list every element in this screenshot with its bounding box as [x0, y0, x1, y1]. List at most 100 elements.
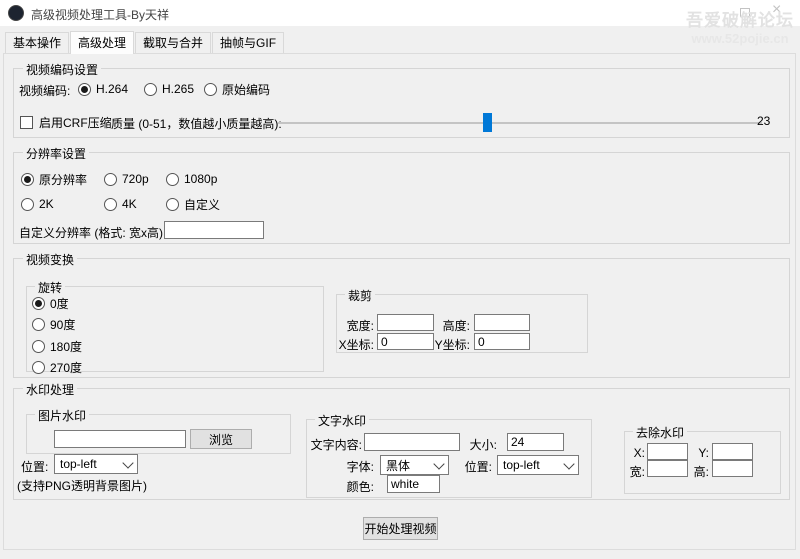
- image-position-label: 位置:: [21, 460, 49, 474]
- chevron-down-icon: [122, 456, 134, 469]
- text-watermark-group-title: 文字水印: [315, 412, 370, 429]
- forum-watermark-line2: www.52pojie.cn: [691, 31, 789, 46]
- quality-slider-thumb[interactable]: [483, 113, 492, 132]
- crop-y-label: Y坐标:: [434, 338, 470, 352]
- remove-x-input[interactable]: [647, 443, 688, 460]
- text-position-select[interactable]: top-left: [497, 455, 579, 475]
- image-watermark-path-input[interactable]: [54, 430, 186, 448]
- tab-strip: 基本操作 高级处理 截取与合并 抽帧与GIF: [5, 31, 285, 54]
- radio-original-resolution-label: 原分辨率: [39, 172, 88, 187]
- crf-checkbox-label: 启用CRF压缩: [39, 115, 112, 130]
- remove-y-input[interactable]: [712, 443, 753, 460]
- radio-rotate-270[interactable]: 270度: [32, 359, 82, 375]
- radio-icon: [78, 82, 91, 96]
- image-position-select[interactable]: top-left: [54, 454, 138, 474]
- radio-4k[interactable]: 4K: [104, 196, 137, 212]
- tab-frames-gif[interactable]: 抽帧与GIF: [212, 32, 285, 53]
- radio-icon: [21, 172, 34, 186]
- remove-x-label: X:: [633, 446, 645, 460]
- crop-x-label: X坐标:: [338, 338, 374, 352]
- watermark-group: 水印处理 图片水印 浏览 位置: top-left (支持PNG透明背景图片) …: [13, 381, 790, 500]
- remove-watermark-group-title: 去除水印: [633, 424, 688, 441]
- radio-1080p[interactable]: 1080p: [166, 171, 217, 187]
- maximize-icon[interactable]: [740, 8, 750, 17]
- remove-watermark-group: 去除水印 X: Y: 宽: 高:: [624, 424, 781, 494]
- chevron-down-icon: [433, 457, 445, 470]
- text-color-input[interactable]: [387, 475, 440, 493]
- text-font-value: 黑体: [386, 458, 411, 473]
- crop-height-input[interactable]: [474, 314, 530, 331]
- radio-rotate-0[interactable]: 0度: [32, 295, 69, 311]
- text-size-input[interactable]: [507, 433, 564, 451]
- radio-original-codec[interactable]: 原始编码: [204, 81, 270, 97]
- transform-group-title: 视频变换: [23, 251, 78, 268]
- custom-resolution-input[interactable]: [164, 221, 264, 239]
- remove-width-label: 宽:: [629, 465, 645, 479]
- text-content-label: 文字内容:: [310, 438, 362, 452]
- crop-width-input[interactable]: [377, 314, 434, 331]
- text-position-label: 位置:: [464, 460, 492, 474]
- remove-y-label: Y:: [698, 446, 709, 460]
- custom-resolution-label: 自定义分辨率 (格式: 宽x高):: [19, 226, 167, 240]
- radio-rotate-0-label: 0度: [50, 296, 69, 311]
- radio-rotate-180[interactable]: 180度: [32, 338, 82, 354]
- radio-h264[interactable]: H.264: [78, 81, 128, 97]
- rotate-group: 旋转 0度 90度 180度 270度: [26, 279, 324, 375]
- browse-button[interactable]: 浏览: [190, 429, 252, 449]
- remove-height-label: 高:: [693, 465, 709, 479]
- close-icon[interactable]: ×: [772, 1, 781, 19]
- radio-4k-label: 4K: [122, 197, 137, 211]
- radio-icon: [104, 197, 117, 211]
- radio-icon: [204, 82, 217, 96]
- app-window: 高级视频处理工具-By天祥 × 吾爱破解论坛 www.52pojie.cn 基本…: [0, 0, 800, 559]
- radio-rotate-270-label: 270度: [50, 360, 83, 375]
- text-size-label: 大小:: [469, 438, 497, 452]
- text-content-input[interactable]: [364, 433, 460, 451]
- radio-custom-resolution[interactable]: 自定义: [166, 196, 220, 212]
- rotate-group-title: 旋转: [35, 279, 66, 296]
- crf-checkbox[interactable]: 启用CRF压缩: [20, 114, 112, 130]
- quality-label: 质量 (0-51，数值越小质量越高):: [111, 117, 282, 131]
- tab-cut-merge[interactable]: 截取与合并: [135, 32, 212, 53]
- quality-value: 23: [757, 114, 771, 128]
- crop-x-input[interactable]: [377, 333, 434, 350]
- radio-h265[interactable]: H.265: [144, 81, 194, 97]
- start-processing-button[interactable]: 开始处理视频: [363, 517, 438, 540]
- image-watermark-group-title: 图片水印: [35, 407, 90, 424]
- radio-rotate-90-label: 90度: [50, 317, 76, 332]
- radio-rotate-90[interactable]: 90度: [32, 316, 75, 332]
- radio-original-resolution[interactable]: 原分辨率: [21, 171, 87, 187]
- codec-label: 视频编码:: [19, 84, 71, 98]
- radio-2k-label: 2K: [39, 197, 54, 211]
- encoding-group-title: 视频编码设置: [23, 61, 102, 78]
- radio-custom-resolution-label: 自定义: [184, 197, 221, 212]
- chevron-down-icon: [563, 457, 575, 470]
- quality-slider-track[interactable]: [278, 122, 762, 124]
- crop-y-input[interactable]: [474, 333, 530, 350]
- resolution-group-title: 分辨率设置: [23, 145, 90, 162]
- radio-original-codec-label: 原始编码: [222, 82, 271, 97]
- text-color-label: 颜色:: [346, 480, 374, 494]
- checkbox-icon: [20, 115, 33, 129]
- radio-2k[interactable]: 2K: [21, 196, 54, 212]
- tab-basic[interactable]: 基本操作: [5, 32, 70, 53]
- text-font-select[interactable]: 黑体: [380, 455, 449, 475]
- remove-width-input[interactable]: [647, 460, 688, 477]
- radio-720p-label: 720p: [122, 172, 149, 186]
- remove-height-input[interactable]: [712, 460, 753, 477]
- image-position-value: top-left: [60, 457, 97, 471]
- image-watermark-group: 图片水印 浏览: [26, 407, 291, 454]
- radio-icon: [104, 172, 117, 186]
- tab-advanced[interactable]: 高级处理: [70, 31, 135, 54]
- radio-icon: [166, 197, 179, 211]
- radio-720p[interactable]: 720p: [104, 171, 149, 187]
- resolution-group: 分辨率设置 原分辨率 720p 1080p 2K 4K 自定义 自定义分辨率 (…: [13, 145, 790, 244]
- radio-icon: [32, 296, 45, 310]
- crop-group: 裁剪 宽度: 高度: X坐标: Y坐标:: [336, 287, 588, 353]
- transform-group: 视频变换 旋转 0度 90度 180度 270度 裁剪 宽度: 高度: X坐标:…: [13, 251, 790, 378]
- radio-icon: [21, 197, 34, 211]
- text-watermark-group: 文字水印 文字内容: 大小: 字体: 黑体 位置: top-left 颜色:: [306, 412, 592, 498]
- encoding-group: 视频编码设置 视频编码: H.264 H.265 原始编码 启用CRF压缩 质量…: [13, 61, 790, 138]
- title-bar: 高级视频处理工具-By天祥 ×: [0, 0, 800, 26]
- png-hint: (支持PNG透明背景图片): [17, 479, 147, 493]
